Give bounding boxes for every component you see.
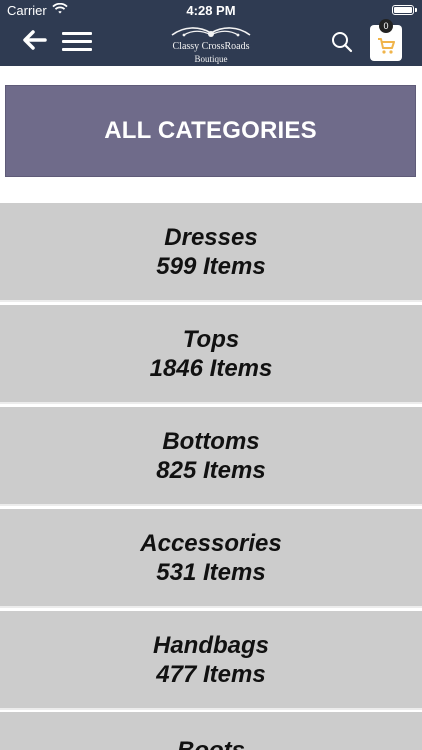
category-item-dresses[interactable]: Dresses 599 Items [0, 203, 422, 302]
battery-tip [415, 8, 417, 12]
category-count: 825 Items [156, 456, 266, 484]
cart-count-badge: 0 [379, 19, 393, 33]
category-name: Tops [182, 325, 240, 353]
category-item-boots[interactable]: Boots [0, 712, 422, 750]
menu-icon-line [62, 40, 92, 43]
category-item-handbags[interactable]: Handbags 477 Items [0, 611, 422, 710]
logo-subtitle: Boutique [194, 54, 228, 64]
category-count: 1846 Items [149, 354, 273, 382]
category-item-bottoms[interactable]: Bottoms 825 Items [0, 407, 422, 506]
category-name: Dresses [164, 223, 258, 251]
battery-icon [392, 5, 414, 15]
category-label: Handbags 477 Items [0, 631, 422, 689]
category-count: 531 Items [156, 558, 266, 586]
category-label: Accessories 531 Items [0, 529, 422, 587]
arrow-left-icon [23, 29, 47, 55]
category-item-tops[interactable]: Tops 1846 Items [0, 305, 422, 404]
brand-logo[interactable]: Classy CrossRoads Boutique [145, 22, 277, 66]
category-name: Accessories [140, 529, 282, 557]
category-count: 599 Items [156, 252, 266, 280]
category-label: Dresses 599 Items [0, 223, 422, 281]
cart-button[interactable]: 0 [370, 19, 402, 61]
status-bar: Carrier 4:28 PM [0, 0, 422, 22]
category-name: Boots [0, 736, 422, 750]
category-list-page: ALL CATEGORIES Dresses 599 Items Tops 18… [0, 66, 422, 750]
shopping-cart-icon [377, 37, 395, 55]
logo-title: Classy CrossRoads [172, 41, 250, 52]
menu-icon-line [62, 48, 92, 51]
category-name: Bottoms [162, 427, 260, 455]
category-label: Bottoms 825 Items [0, 427, 422, 485]
logo-ornament-icon [171, 27, 251, 37]
category-label: Boots [0, 712, 422, 750]
category-name: Handbags [152, 631, 269, 659]
page-title: ALL CATEGORIES [5, 85, 416, 177]
category-count: 477 Items [156, 660, 266, 688]
status-time: 4:28 PM [186, 3, 236, 18]
search-button[interactable] [331, 31, 353, 53]
back-button[interactable] [22, 29, 48, 55]
menu-button[interactable] [61, 30, 93, 54]
app-header: Carrier 4:28 PM Classy CrossRoads Boutiq… [0, 0, 422, 66]
menu-icon [62, 32, 92, 35]
search-icon [331, 32, 353, 57]
category-item-accessories[interactable]: Accessories 531 Items [0, 509, 422, 608]
category-label: Tops 1846 Items [0, 325, 422, 383]
